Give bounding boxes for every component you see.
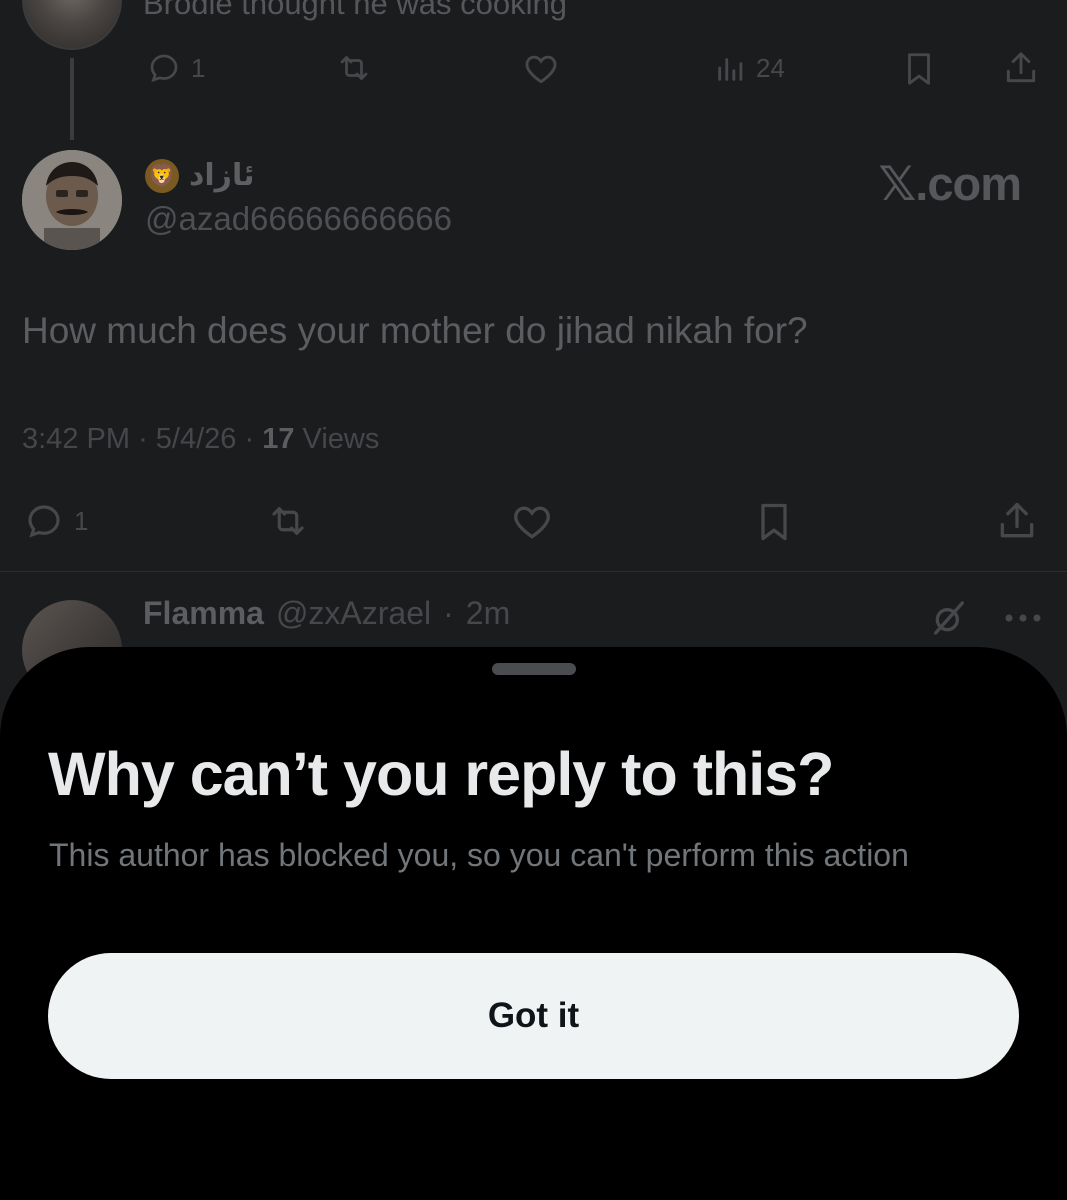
tweet-share-button[interactable] xyxy=(995,498,1039,544)
previous-views-button[interactable]: 24 xyxy=(714,50,785,86)
meta-separator: · xyxy=(443,595,454,631)
previous-reply-button[interactable]: 1 xyxy=(145,50,205,86)
bookmark-icon xyxy=(761,503,787,541)
previous-repost-button[interactable] xyxy=(333,50,375,86)
tweet-author-name-row[interactable]: 🦁 ئازاد xyxy=(145,158,254,193)
previous-reply-count: 1 xyxy=(191,52,206,83)
previous-bookmark-button[interactable] xyxy=(900,50,938,88)
lion-emoji-icon: 🦁 xyxy=(145,158,179,193)
bookmark-icon xyxy=(908,53,930,85)
tweet-time: 3:42 PM xyxy=(22,423,130,455)
got-it-button[interactable]: Got it xyxy=(48,953,1019,1079)
grok-icon[interactable] xyxy=(929,598,969,638)
tweet-author-display-name: ئازاد xyxy=(189,159,255,192)
previous-tweet-avatar[interactable] xyxy=(22,0,122,50)
blocked-reply-sheet: Why can’t you reply to this? This author… xyxy=(0,647,1067,1200)
reply-author-name: Flamma xyxy=(143,595,264,631)
reply-age: 2m xyxy=(465,595,511,631)
reply-icon xyxy=(150,54,178,83)
brand-watermark: 𝕏.com xyxy=(878,157,1022,210)
tweet-repost-button[interactable] xyxy=(264,500,312,542)
sheet-drag-handle[interactable] xyxy=(492,663,576,675)
reply-author-handle: @zxAzrael xyxy=(275,595,432,631)
meta-separator: · xyxy=(244,423,263,455)
repost-icon xyxy=(340,56,368,80)
previous-like-button[interactable] xyxy=(520,50,562,88)
repost-icon xyxy=(272,507,304,535)
tweet-reply-count: 1 xyxy=(74,505,89,536)
tweet-date: 5/4/26 xyxy=(155,423,237,455)
tweet-reply-button[interactable]: 1 xyxy=(22,500,88,542)
views-icon xyxy=(718,58,743,81)
previous-tweet-text: Brodie thought he was cooking xyxy=(143,0,567,21)
reply-icon xyxy=(28,505,60,538)
tweet-text: How much does your mother do jihad nikah… xyxy=(22,310,808,351)
tweet-views-number: 17 xyxy=(262,423,295,455)
meta-separator: · xyxy=(138,423,156,455)
tweet-bookmark-button[interactable] xyxy=(752,500,796,544)
tweet-author-handle[interactable]: @azad66666666666 xyxy=(145,200,452,238)
sheet-subtitle: This author has blocked you, so you can'… xyxy=(49,837,909,873)
author-portrait-icon xyxy=(22,150,122,250)
thread-line xyxy=(70,58,74,140)
more-options-icon[interactable] xyxy=(1003,612,1043,624)
tweet-views-label: Views xyxy=(302,423,380,455)
divider xyxy=(0,571,1067,572)
sheet-title: Why can’t you reply to this? xyxy=(48,740,834,808)
tweet-author-avatar[interactable] xyxy=(22,150,122,250)
previous-share-button[interactable] xyxy=(1002,48,1040,88)
previous-views-count: 24 xyxy=(756,52,785,83)
tweet-like-button[interactable] xyxy=(508,500,556,544)
tweet-meta: 3:42 PM · 5/4/26 · 17 Views xyxy=(22,423,379,456)
share-icon xyxy=(1006,52,1036,83)
reply-header[interactable]: Flamma @zxAzrael · 2m xyxy=(143,595,510,632)
reply-icons xyxy=(929,598,1043,638)
share-icon xyxy=(1000,502,1034,538)
heart-icon xyxy=(514,506,550,539)
screen: Brodie thought he was cooking 1 24 🦁 ئاز… xyxy=(0,0,1067,1200)
heart-icon xyxy=(525,55,557,84)
